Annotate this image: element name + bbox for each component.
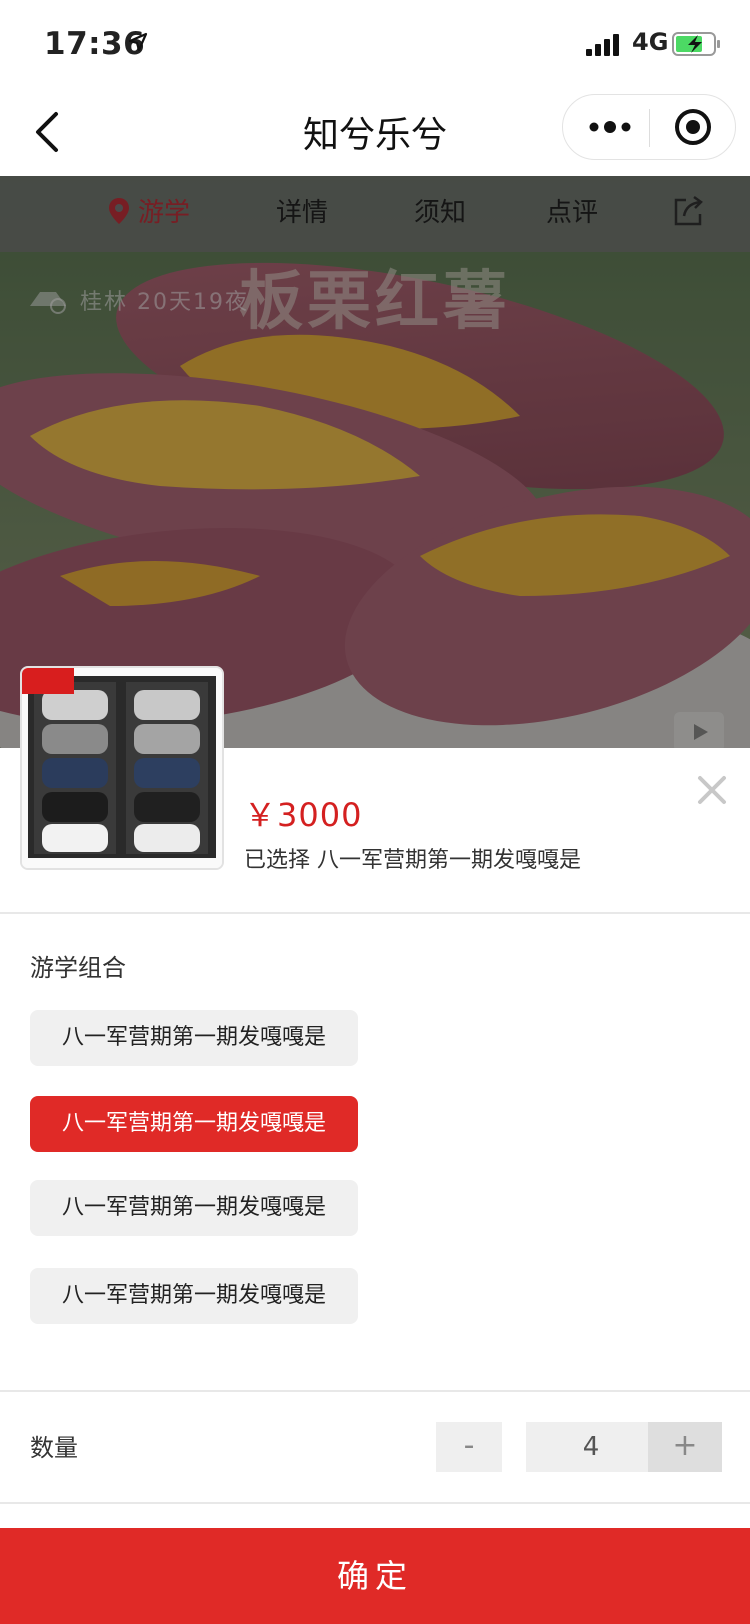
quantity-label: 数量 (30, 1434, 78, 1462)
tab-notice[interactable]: 须知 (414, 192, 466, 229)
tab-reviews[interactable]: 点评 (546, 192, 598, 229)
detail-tabs: 游学 详情 须知 点评 (0, 176, 750, 252)
group-label: 游学组合 (30, 954, 126, 982)
divider (0, 1502, 750, 1504)
location-pin-icon (109, 197, 129, 224)
divider (0, 1390, 750, 1392)
tab-label: 详情 (276, 198, 329, 228)
tab-label: 游学 (138, 198, 191, 228)
record-target-icon[interactable] (673, 107, 713, 147)
product-price: ￥3000 (244, 796, 363, 834)
tab-study[interactable]: 游学 (108, 192, 190, 229)
selected-label: 已选择 (244, 848, 311, 873)
battery-charging-icon (672, 32, 720, 56)
tab-label: 须知 (414, 198, 467, 228)
hero-image: 板栗红薯 桂林 20天19夜 (0, 176, 750, 748)
confirm-button[interactable]: 确定 (0, 1528, 750, 1624)
capsule-divider (649, 109, 650, 147)
travel-icon (30, 292, 66, 314)
network-type: 4G (632, 28, 669, 56)
tab-details[interactable]: 详情 (276, 192, 328, 229)
share-icon[interactable] (672, 194, 706, 228)
divider (0, 912, 750, 914)
status-bar: 17:36 4G (0, 0, 750, 88)
option-chip[interactable]: 八一军营期第一期发嘎嘎是 (30, 1268, 358, 1324)
option-chip[interactable]: 八一军营期第一期发嘎嘎是 (30, 1180, 358, 1236)
nav-bar: 知兮乐兮 (0, 88, 750, 176)
signal-icon (586, 34, 619, 56)
selected-value: 八一军营期第一期发嘎嘎是 (317, 848, 582, 873)
product-image (22, 668, 222, 868)
video-icon[interactable] (672, 710, 726, 748)
product-thumbnail (20, 666, 224, 870)
option-chip-selected[interactable]: 八一军营期第一期发嘎嘎是 (30, 1096, 358, 1152)
location-arrow-icon (128, 32, 148, 52)
tab-label: 点评 (546, 198, 599, 228)
selected-sku: 已选择 八一军营期第一期发嘎嘎是 (244, 842, 581, 874)
quantity-plus-button[interactable]: + (648, 1422, 722, 1472)
close-icon[interactable] (694, 772, 730, 808)
option-chip[interactable]: 八一军营期第一期发嘎嘎是 (30, 1010, 358, 1066)
quantity-value[interactable]: 4 (526, 1422, 656, 1472)
mini-program-capsule (562, 94, 736, 160)
quantity-minus-button[interactable]: - (436, 1422, 502, 1472)
hero-meta-text: 桂林 20天19夜 (80, 290, 249, 315)
more-dots-icon[interactable] (585, 109, 635, 145)
hero-meta: 桂林 20天19夜 (28, 284, 249, 316)
